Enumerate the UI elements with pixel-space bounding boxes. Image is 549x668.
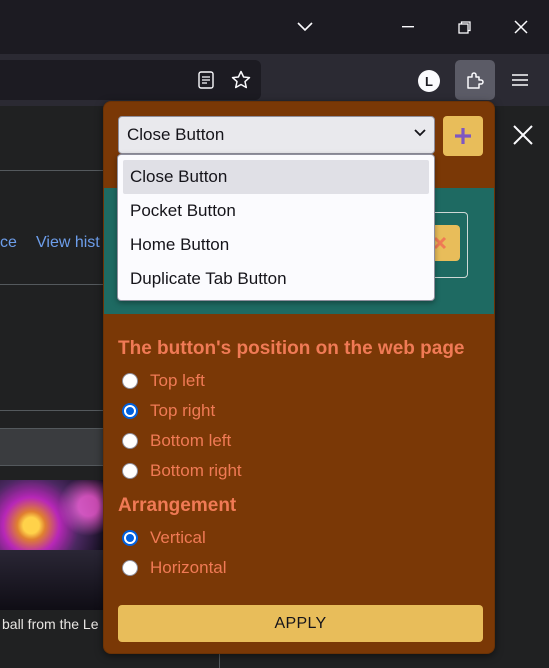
select-value: Close Button — [127, 125, 225, 144]
page-link-view-history[interactable]: View hist — [36, 234, 100, 252]
reader-view-icon — [198, 71, 214, 89]
list-all-tabs-button[interactable] — [292, 14, 318, 40]
radio-control[interactable] — [122, 433, 138, 449]
radio-label: Bottom left — [150, 431, 232, 450]
arrangement-section-title: Arrangement — [118, 495, 237, 516]
bookmark-button[interactable] — [230, 69, 252, 91]
window-close-button[interactable] — [508, 14, 534, 40]
radio-top-right[interactable]: Top right — [122, 401, 215, 421]
position-section-title: The button's position on the web page — [118, 338, 465, 359]
option-pocket-button[interactable]: Pocket Button — [123, 194, 429, 228]
radio-bottom-left[interactable]: Bottom left — [122, 431, 231, 451]
apply-button[interactable]: APPLY — [118, 605, 483, 642]
radio-control[interactable] — [122, 560, 138, 576]
close-icon — [514, 20, 528, 34]
radio-label: Vertical — [150, 528, 206, 547]
extensions-icon — [467, 72, 484, 89]
chevron-down-icon — [414, 129, 426, 137]
divider — [0, 284, 104, 285]
close-icon[interactable] — [512, 124, 534, 146]
page-toolbar-strip — [0, 428, 104, 466]
image-caption: ball from the Le — [2, 616, 99, 632]
radio-label: Top left — [150, 371, 205, 390]
radio-label: Bottom right — [150, 461, 242, 480]
divider — [0, 170, 104, 171]
radio-control[interactable] — [122, 373, 138, 389]
reader-view-button[interactable] — [196, 70, 216, 90]
radio-label: Horizontal — [150, 558, 227, 577]
minimize-icon — [402, 26, 414, 28]
close-icon — [433, 236, 447, 250]
app-menu-button[interactable] — [510, 70, 530, 90]
minimize-button[interactable] — [395, 14, 421, 40]
restore-icon — [457, 20, 471, 34]
url-bar[interactable] — [0, 60, 261, 100]
option-duplicate-tab-button[interactable]: Duplicate Tab Button — [123, 262, 429, 296]
option-close-button[interactable]: Close Button — [123, 160, 429, 194]
browser-toolbar: L — [0, 54, 549, 106]
restore-button[interactable] — [451, 14, 477, 40]
account-avatar[interactable]: L — [418, 70, 440, 92]
radio-horizontal[interactable]: Horizontal — [122, 558, 227, 578]
button-type-select[interactable]: Close Button — [118, 116, 435, 154]
page-thumbnail-image[interactable] — [0, 480, 104, 610]
option-home-button[interactable]: Home Button — [123, 228, 429, 262]
add-button[interactable] — [443, 116, 483, 156]
radio-control[interactable] — [122, 530, 138, 546]
bookmark-star-icon — [231, 70, 251, 89]
menu-icon — [512, 74, 528, 86]
chevron-down-icon — [297, 22, 313, 32]
radio-label: Top right — [150, 401, 216, 420]
divider — [0, 410, 104, 411]
browser-titlebar — [0, 0, 549, 54]
radio-top-left[interactable]: Top left — [122, 371, 205, 391]
plus-icon — [455, 128, 471, 144]
radio-control[interactable] — [122, 403, 138, 419]
radio-bottom-right[interactable]: Bottom right — [122, 461, 242, 481]
radio-vertical[interactable]: Vertical — [122, 528, 206, 548]
radio-control[interactable] — [122, 463, 138, 479]
page-link-source[interactable]: ce — [0, 234, 17, 252]
button-type-dropdown: Close Button Pocket Button Home Button D… — [117, 154, 435, 301]
extensions-button[interactable] — [455, 60, 495, 100]
